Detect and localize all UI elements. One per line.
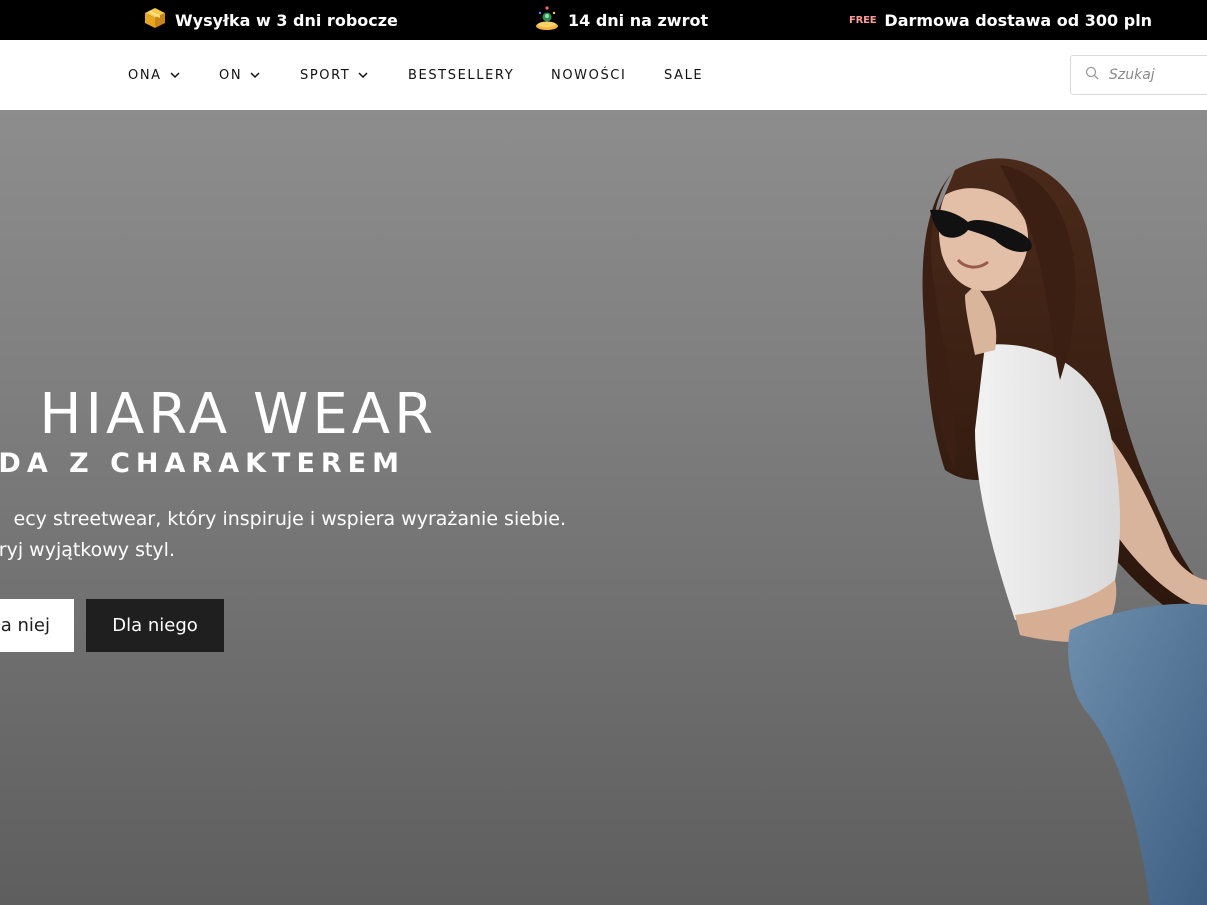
hero-title: HIARA WEAR	[39, 382, 437, 447]
hero-subtitle: ODA Z CHARAKTEREM	[0, 448, 405, 479]
nav-item-label: BESTSELLERY	[408, 67, 515, 83]
nav-item-label: SALE	[664, 67, 704, 83]
nav-item-bestsellery[interactable]: BESTSELLERY	[408, 40, 514, 110]
nav-item-sale[interactable]: SALE	[664, 40, 703, 110]
hero-description-line-1: ecy streetwear, który inspiruje i wspier…	[13, 508, 566, 530]
announcement-text: 14 dni na zwrot	[568, 10, 709, 30]
nav-item-ona[interactable]: ONA	[128, 40, 180, 110]
chevron-down-icon	[170, 68, 180, 83]
free-shipping-icon: FREE	[849, 14, 877, 26]
nav-item-label: SPORT	[300, 67, 351, 83]
nav-item-sport[interactable]: SPORT	[300, 40, 368, 110]
hero-description-line-2: ryj wyjątkowy styl.	[0, 539, 175, 561]
announcement-free-delivery: FREE Darmowa dostawa od 300 pln	[849, 0, 1152, 40]
nav-item-nowosci[interactable]: NOWOŚCI	[551, 40, 626, 110]
announcement-returns: 14 dni na zwrot	[535, 0, 708, 40]
hero-banner: HIARA WEAR ODA Z CHARAKTEREM ecy streetw…	[0, 110, 1207, 905]
nav-item-on[interactable]: ON	[219, 40, 260, 110]
package-icon	[144, 7, 166, 33]
shop-for-her-button[interactable]: a niej	[0, 599, 74, 652]
announcement-text: Darmowa dostawa od 300 pln	[884, 10, 1153, 30]
search-box[interactable]	[1070, 55, 1207, 95]
nav-item-label: ONA	[128, 67, 162, 83]
announcement-text: Wysyłka w 3 dni robocze	[175, 10, 398, 30]
announcement-shipping-time: Wysyłka w 3 dni robocze	[144, 0, 398, 40]
chevron-down-icon	[250, 68, 260, 83]
search-icon[interactable]	[1085, 66, 1099, 85]
announcement-bar: Wysyłka w 3 dni robocze 14 dni na zwrot …	[0, 0, 1207, 40]
shop-for-him-button[interactable]: Dla niego	[86, 599, 224, 652]
nav-item-label: NOWOŚCI	[551, 67, 627, 83]
main-navigation: ONA ON SPORT BESTSELLERY NOWOŚCI SALE	[0, 40, 1207, 110]
search-input[interactable]	[1109, 67, 1199, 83]
chevron-down-icon	[358, 68, 368, 83]
nav-item-label: ON	[219, 67, 243, 83]
return-icon	[535, 5, 559, 35]
